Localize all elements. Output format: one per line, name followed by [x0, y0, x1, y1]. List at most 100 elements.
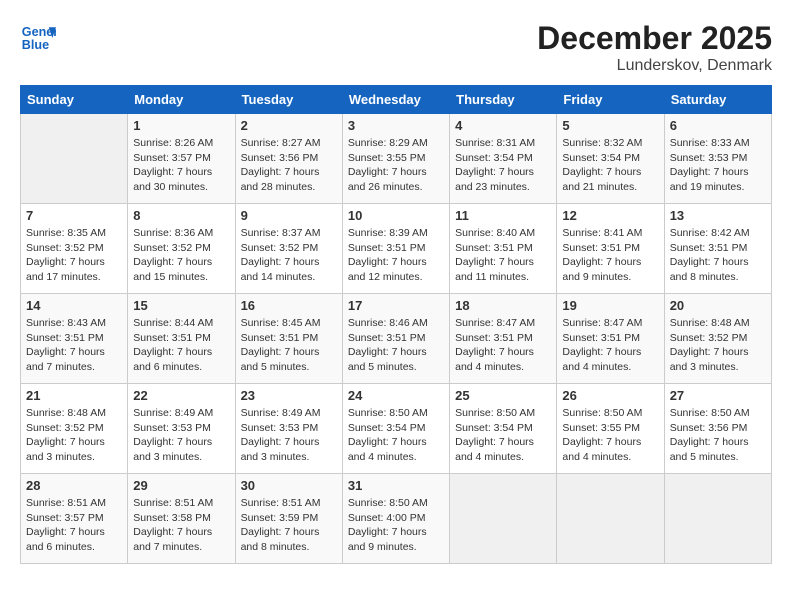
- cell-info: Sunrise: 8:29 AMSunset: 3:55 PMDaylight:…: [348, 137, 428, 193]
- page-header: General Blue December 2025 Lunderskov, D…: [20, 20, 772, 75]
- calendar-week-5: 28 Sunrise: 8:51 AMSunset: 3:57 PMDaylig…: [21, 474, 772, 564]
- day-number: 13: [670, 208, 766, 223]
- cell-info: Sunrise: 8:50 AMSunset: 3:55 PMDaylight:…: [562, 407, 642, 463]
- cell-info: Sunrise: 8:47 AMSunset: 3:51 PMDaylight:…: [455, 317, 535, 373]
- cell-info: Sunrise: 8:36 AMSunset: 3:52 PMDaylight:…: [133, 227, 213, 283]
- calendar-cell: 25 Sunrise: 8:50 AMSunset: 3:54 PMDaylig…: [450, 384, 557, 474]
- day-number: 14: [26, 298, 122, 313]
- calendar-cell: 11 Sunrise: 8:40 AMSunset: 3:51 PMDaylig…: [450, 204, 557, 294]
- cell-info: Sunrise: 8:42 AMSunset: 3:51 PMDaylight:…: [670, 227, 750, 283]
- logo: General Blue: [20, 20, 56, 56]
- cell-info: Sunrise: 8:37 AMSunset: 3:52 PMDaylight:…: [241, 227, 321, 283]
- day-number: 31: [348, 478, 444, 493]
- cell-info: Sunrise: 8:50 AMSunset: 3:56 PMDaylight:…: [670, 407, 750, 463]
- day-header-saturday: Saturday: [664, 86, 771, 114]
- cell-info: Sunrise: 8:26 AMSunset: 3:57 PMDaylight:…: [133, 137, 213, 193]
- day-number: 25: [455, 388, 551, 403]
- cell-info: Sunrise: 8:39 AMSunset: 3:51 PMDaylight:…: [348, 227, 428, 283]
- day-number: 19: [562, 298, 658, 313]
- logo-icon: General Blue: [20, 20, 56, 56]
- day-header-thursday: Thursday: [450, 86, 557, 114]
- day-header-sunday: Sunday: [21, 86, 128, 114]
- cell-info: Sunrise: 8:27 AMSunset: 3:56 PMDaylight:…: [241, 137, 321, 193]
- calendar-body: 1 Sunrise: 8:26 AMSunset: 3:57 PMDayligh…: [21, 114, 772, 564]
- calendar-cell: [557, 474, 664, 564]
- calendar-cell: 14 Sunrise: 8:43 AMSunset: 3:51 PMDaylig…: [21, 294, 128, 384]
- calendar-cell: 7 Sunrise: 8:35 AMSunset: 3:52 PMDayligh…: [21, 204, 128, 294]
- cell-info: Sunrise: 8:48 AMSunset: 3:52 PMDaylight:…: [26, 407, 106, 463]
- calendar-cell: 3 Sunrise: 8:29 AMSunset: 3:55 PMDayligh…: [342, 114, 449, 204]
- day-number: 18: [455, 298, 551, 313]
- calendar-cell: 19 Sunrise: 8:47 AMSunset: 3:51 PMDaylig…: [557, 294, 664, 384]
- calendar-cell: 27 Sunrise: 8:50 AMSunset: 3:56 PMDaylig…: [664, 384, 771, 474]
- calendar-cell: 21 Sunrise: 8:48 AMSunset: 3:52 PMDaylig…: [21, 384, 128, 474]
- calendar-cell: [450, 474, 557, 564]
- cell-info: Sunrise: 8:33 AMSunset: 3:53 PMDaylight:…: [670, 137, 750, 193]
- cell-info: Sunrise: 8:45 AMSunset: 3:51 PMDaylight:…: [241, 317, 321, 373]
- day-number: 5: [562, 118, 658, 133]
- day-number: 10: [348, 208, 444, 223]
- calendar-cell: 2 Sunrise: 8:27 AMSunset: 3:56 PMDayligh…: [235, 114, 342, 204]
- calendar-cell: 8 Sunrise: 8:36 AMSunset: 3:52 PMDayligh…: [128, 204, 235, 294]
- cell-info: Sunrise: 8:43 AMSunset: 3:51 PMDaylight:…: [26, 317, 106, 373]
- day-number: 15: [133, 298, 229, 313]
- calendar-week-3: 14 Sunrise: 8:43 AMSunset: 3:51 PMDaylig…: [21, 294, 772, 384]
- calendar-cell: 16 Sunrise: 8:45 AMSunset: 3:51 PMDaylig…: [235, 294, 342, 384]
- cell-info: Sunrise: 8:35 AMSunset: 3:52 PMDaylight:…: [26, 227, 106, 283]
- calendar-cell: 1 Sunrise: 8:26 AMSunset: 3:57 PMDayligh…: [128, 114, 235, 204]
- cell-info: Sunrise: 8:50 AMSunset: 3:54 PMDaylight:…: [348, 407, 428, 463]
- day-number: 23: [241, 388, 337, 403]
- day-number: 17: [348, 298, 444, 313]
- calendar-cell: 26 Sunrise: 8:50 AMSunset: 3:55 PMDaylig…: [557, 384, 664, 474]
- calendar-cell: 20 Sunrise: 8:48 AMSunset: 3:52 PMDaylig…: [664, 294, 771, 384]
- cell-info: Sunrise: 8:40 AMSunset: 3:51 PMDaylight:…: [455, 227, 535, 283]
- day-header-wednesday: Wednesday: [342, 86, 449, 114]
- calendar-cell: [664, 474, 771, 564]
- day-number: 28: [26, 478, 122, 493]
- calendar-cell: 17 Sunrise: 8:46 AMSunset: 3:51 PMDaylig…: [342, 294, 449, 384]
- cell-info: Sunrise: 8:46 AMSunset: 3:51 PMDaylight:…: [348, 317, 428, 373]
- day-number: 24: [348, 388, 444, 403]
- day-number: 20: [670, 298, 766, 313]
- calendar-cell: 24 Sunrise: 8:50 AMSunset: 3:54 PMDaylig…: [342, 384, 449, 474]
- day-number: 22: [133, 388, 229, 403]
- calendar-cell: 5 Sunrise: 8:32 AMSunset: 3:54 PMDayligh…: [557, 114, 664, 204]
- calendar-cell: 30 Sunrise: 8:51 AMSunset: 3:59 PMDaylig…: [235, 474, 342, 564]
- calendar-cell: 31 Sunrise: 8:50 AMSunset: 4:00 PMDaylig…: [342, 474, 449, 564]
- day-number: 26: [562, 388, 658, 403]
- day-number: 3: [348, 118, 444, 133]
- cell-info: Sunrise: 8:49 AMSunset: 3:53 PMDaylight:…: [133, 407, 213, 463]
- calendar-cell: 22 Sunrise: 8:49 AMSunset: 3:53 PMDaylig…: [128, 384, 235, 474]
- day-number: 12: [562, 208, 658, 223]
- day-number: 9: [241, 208, 337, 223]
- day-number: 30: [241, 478, 337, 493]
- calendar-cell: [21, 114, 128, 204]
- cell-info: Sunrise: 8:50 AMSunset: 4:00 PMDaylight:…: [348, 497, 428, 553]
- month-title: December 2025: [537, 20, 772, 57]
- cell-info: Sunrise: 8:32 AMSunset: 3:54 PMDaylight:…: [562, 137, 642, 193]
- day-number: 4: [455, 118, 551, 133]
- cell-info: Sunrise: 8:48 AMSunset: 3:52 PMDaylight:…: [670, 317, 750, 373]
- calendar-cell: 29 Sunrise: 8:51 AMSunset: 3:58 PMDaylig…: [128, 474, 235, 564]
- calendar-cell: 4 Sunrise: 8:31 AMSunset: 3:54 PMDayligh…: [450, 114, 557, 204]
- calendar-week-1: 1 Sunrise: 8:26 AMSunset: 3:57 PMDayligh…: [21, 114, 772, 204]
- day-header-friday: Friday: [557, 86, 664, 114]
- cell-info: Sunrise: 8:50 AMSunset: 3:54 PMDaylight:…: [455, 407, 535, 463]
- cell-info: Sunrise: 8:51 AMSunset: 3:57 PMDaylight:…: [26, 497, 106, 553]
- day-number: 2: [241, 118, 337, 133]
- cell-info: Sunrise: 8:49 AMSunset: 3:53 PMDaylight:…: [241, 407, 321, 463]
- calendar-cell: 15 Sunrise: 8:44 AMSunset: 3:51 PMDaylig…: [128, 294, 235, 384]
- cell-info: Sunrise: 8:51 AMSunset: 3:59 PMDaylight:…: [241, 497, 321, 553]
- day-number: 29: [133, 478, 229, 493]
- day-number: 27: [670, 388, 766, 403]
- calendar-cell: 12 Sunrise: 8:41 AMSunset: 3:51 PMDaylig…: [557, 204, 664, 294]
- cell-info: Sunrise: 8:51 AMSunset: 3:58 PMDaylight:…: [133, 497, 213, 553]
- calendar-week-4: 21 Sunrise: 8:48 AMSunset: 3:52 PMDaylig…: [21, 384, 772, 474]
- day-number: 8: [133, 208, 229, 223]
- title-block: December 2025 Lunderskov, Denmark: [537, 20, 772, 75]
- calendar-cell: 18 Sunrise: 8:47 AMSunset: 3:51 PMDaylig…: [450, 294, 557, 384]
- day-number: 6: [670, 118, 766, 133]
- cell-info: Sunrise: 8:41 AMSunset: 3:51 PMDaylight:…: [562, 227, 642, 283]
- calendar-week-2: 7 Sunrise: 8:35 AMSunset: 3:52 PMDayligh…: [21, 204, 772, 294]
- calendar-cell: 10 Sunrise: 8:39 AMSunset: 3:51 PMDaylig…: [342, 204, 449, 294]
